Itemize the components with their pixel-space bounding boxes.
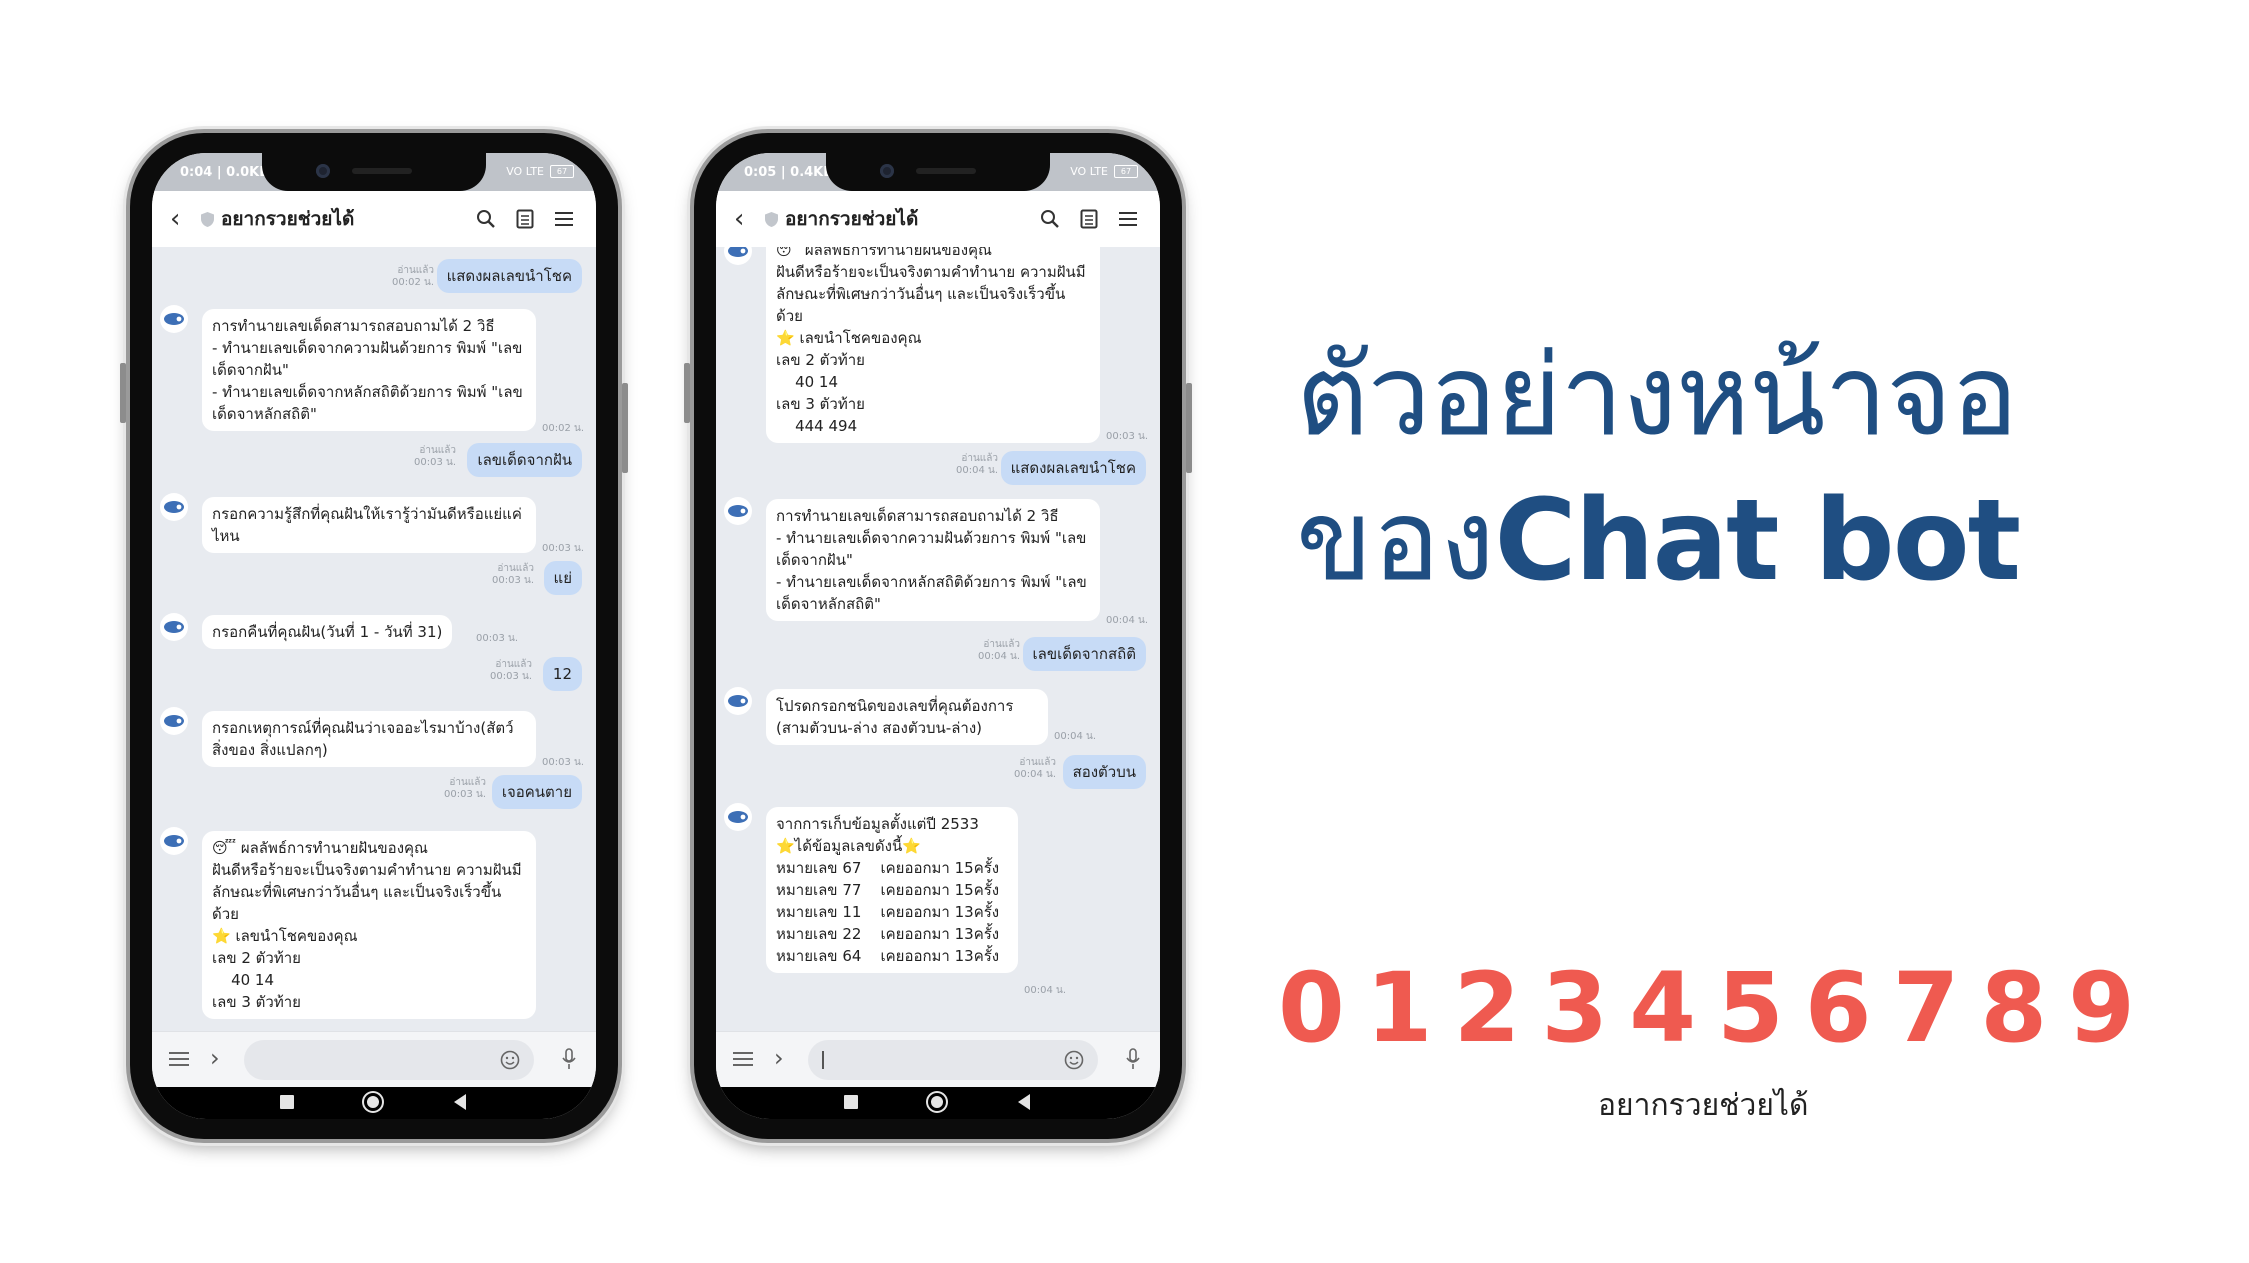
home-icon[interactable] — [928, 1093, 946, 1111]
home-icon[interactable] — [364, 1093, 382, 1111]
message-bubble-in: 😴 ผลลัพธ์การทำนายฝันของคุณ ฝันดีหรือร้าย… — [766, 247, 1100, 443]
message-bubble-in: กรอกเหตุการณ์ที่คุณฝันว่าเจออะไรมาบ้าง(ส… — [202, 711, 536, 767]
message-bubble-out: แย่ — [543, 561, 582, 595]
signal-label: VO LTE — [1070, 165, 1108, 178]
message-meta: อ่านแล้ว 00:03 น. — [489, 659, 532, 682]
message-bubble-in: การทำนายเลขเด็ดสามารถสอบถามได้ 2 วิธี - … — [766, 499, 1100, 621]
expand-chevron-icon[interactable]: › — [210, 1044, 220, 1072]
message-bubble-out: 12 — [542, 657, 582, 691]
headline-prefix: ของ — [1296, 476, 1495, 606]
emoji-icon[interactable] — [1064, 1050, 1084, 1070]
tagline: อยากรวยช่วยได้ — [1598, 1088, 1809, 1123]
phone-left: 0:04 | 0.0KB/s VO LTE 67 ‹ อยากรวยช่วยได้… — [120, 133, 628, 1139]
signal-label: VO LTE — [506, 165, 544, 178]
message-time: 00:04 น. — [1024, 985, 1067, 996]
message-time: 00:04 น. — [1054, 731, 1097, 742]
android-nav-bar — [716, 1087, 1160, 1119]
emoji-icon[interactable] — [500, 1050, 520, 1070]
message-meta: อ่านแล้ว 00:04 น. — [955, 453, 998, 476]
bot-avatar[interactable] — [724, 803, 752, 831]
phone-right: 0:05 | 0.4KB/s VO LTE 67 ‹ อยากรวยช่วยได้… — [684, 133, 1192, 1139]
phone-screen: 0:04 | 0.0KB/s VO LTE 67 ‹ อยากรวยช่วยได้… — [152, 153, 596, 1119]
menu-icon[interactable] — [554, 210, 574, 228]
headline-line-2: ของChat bot — [1296, 485, 2021, 597]
shield-icon — [765, 211, 778, 227]
chat-title: อยากรวยช่วยได้ — [221, 208, 355, 230]
notch — [826, 153, 1050, 191]
notes-icon[interactable] — [1080, 209, 1098, 229]
battery-icon: 67 — [1114, 165, 1138, 178]
message-meta: อ่านแล้ว 00:04 น. — [1013, 757, 1056, 780]
chat-area[interactable]: 😴 ผลลัพธ์การทำนายฝันของคุณ ฝันดีหรือร้าย… — [716, 247, 1160, 1031]
headline-brand: Chat bot — [1494, 476, 2022, 606]
message-meta: อ่านแล้ว 00:04 น. — [977, 639, 1020, 662]
nav-back-icon[interactable] — [454, 1094, 466, 1110]
back-arrow-icon[interactable]: ‹ — [734, 206, 756, 232]
bot-avatar[interactable] — [160, 707, 188, 735]
message-bubble-in: 😴 ผลลัพธ์การทำนายฝันของคุณ ฝันดีหรือร้าย… — [202, 831, 536, 1019]
microphone-icon[interactable] — [562, 1048, 576, 1070]
menu-icon[interactable] — [168, 1050, 190, 1068]
menu-icon[interactable] — [732, 1050, 754, 1068]
message-bubble-out: สองตัวบน — [1062, 755, 1146, 789]
android-nav-bar — [152, 1087, 596, 1119]
message-bubble-out: เลขเด็ดจากสถิติ — [1022, 637, 1146, 671]
message-bubble-in: การทำนายเลขเด็ดสามารถสอบถามได้ 2 วิธี - … — [202, 309, 536, 431]
message-time: 00:02 น. — [542, 423, 585, 434]
message-time: 00:03 น. — [542, 757, 585, 768]
message-bubble-in: โปรดกรอกชนิดของเลขที่คุณต้องการ (สามตัวบ… — [766, 689, 1048, 745]
notch — [262, 153, 486, 191]
message-time: 00:04 น. — [1106, 615, 1149, 626]
message-bubble-in: กรอกคืนที่คุณฝัน(วันที่ 1 - วันที่ 31) — [202, 615, 453, 649]
message-meta: อ่านแล้ว 00:02 น. — [391, 265, 434, 288]
search-icon[interactable] — [1040, 209, 1060, 229]
message-meta: อ่านแล้ว 00:03 น. — [491, 563, 534, 586]
bot-avatar[interactable] — [160, 827, 188, 855]
battery-icon: 67 — [550, 165, 574, 178]
chat-title: อยากรวยช่วยได้ — [785, 208, 919, 230]
chat-header: ‹ อยากรวยช่วยได้ — [152, 191, 596, 248]
shield-icon — [201, 211, 214, 227]
message-bubble-out: แสดงผลเลขนำโชค — [1000, 451, 1146, 485]
message-input[interactable] — [244, 1040, 534, 1080]
message-time: 00:03 น. — [476, 633, 519, 644]
nav-back-icon[interactable] — [1018, 1094, 1030, 1110]
message-meta: อ่านแล้ว 00:03 น. — [413, 445, 456, 468]
menu-icon[interactable] — [1118, 210, 1138, 228]
bot-avatar[interactable] — [724, 247, 752, 265]
back-arrow-icon[interactable]: ‹ — [170, 206, 192, 232]
bot-avatar[interactable] — [160, 493, 188, 521]
bot-avatar[interactable] — [724, 687, 752, 715]
status-time: 0:04 — [180, 165, 213, 180]
message-bubble-out: เลขเด็ดจากฝัน — [467, 443, 582, 477]
input-bar: › — [152, 1031, 596, 1088]
search-icon[interactable] — [476, 209, 496, 229]
bot-avatar[interactable] — [160, 613, 188, 641]
status-time: 0:05 — [744, 165, 777, 180]
microphone-icon[interactable] — [1126, 1048, 1140, 1070]
input-bar: › — [716, 1031, 1160, 1088]
chat-area[interactable]: อ่านแล้ว 00:02 น. แสดงผลเลขนำโชค การทำนาย… — [152, 247, 596, 1031]
chat-header: ‹ อยากรวยช่วยได้ — [716, 191, 1160, 248]
message-bubble-in: กรอกความรู้สึกที่คุณฝันให้เรารู้ว่ามันดี… — [202, 497, 536, 553]
recent-apps-icon[interactable] — [280, 1095, 294, 1109]
digits-banner: 0123456789 — [1278, 952, 2156, 1064]
message-time: 00:03 น. — [1106, 431, 1149, 442]
message-meta: อ่านแล้ว 00:03 น. — [443, 777, 486, 800]
message-bubble-in: จากการเก็บข้อมูลตั้งแต่ปี 2533 ⭐ได้ข้อมู… — [766, 807, 1018, 973]
text-caret — [822, 1051, 824, 1069]
message-input[interactable] — [808, 1040, 1098, 1080]
message-bubble-out: แสดงผลเลขนำโชค — [436, 259, 582, 293]
headline-line-1: ตัวอย่างหน้าจอ — [1296, 331, 2018, 461]
bot-avatar[interactable] — [724, 497, 752, 525]
phone-screen: 0:05 | 0.4KB/s VO LTE 67 ‹ อยากรวยช่วยได้… — [716, 153, 1160, 1119]
bot-avatar[interactable] — [160, 305, 188, 333]
message-time: 00:03 น. — [542, 543, 585, 554]
expand-chevron-icon[interactable]: › — [774, 1044, 784, 1072]
message-bubble-out: เจอคนตาย — [491, 775, 582, 809]
recent-apps-icon[interactable] — [844, 1095, 858, 1109]
notes-icon[interactable] — [516, 209, 534, 229]
